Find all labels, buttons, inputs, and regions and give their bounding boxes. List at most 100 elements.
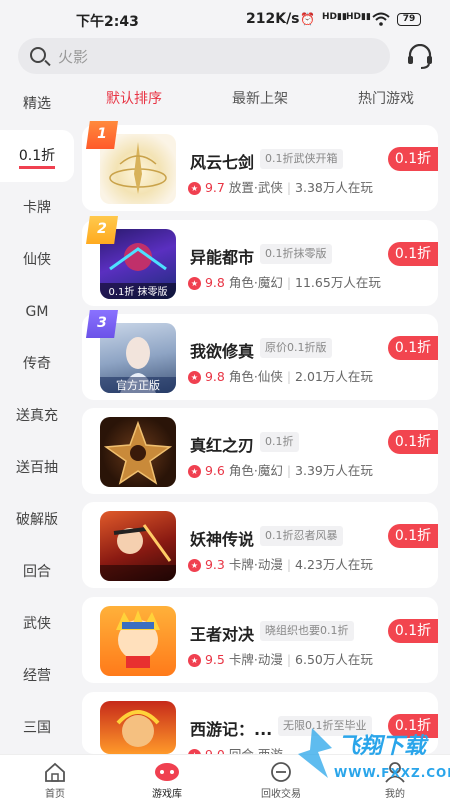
star-icon: ★ [188,277,201,290]
game-card[interactable]: 真红之刃 0.1折 ★ 9.6 角色·魔幻 | 3.39万人在玩 0.1折 [82,408,438,494]
nav-home[interactable]: 首页 [10,755,100,800]
game-name: 西游记：... [190,720,273,739]
game-tag: 0.1折武侠开箱 [260,149,343,169]
monkey-king-art-icon [116,710,160,747]
tab-newest[interactable]: 最新上架 [232,88,288,108]
nav-game-library[interactable]: 游戏库 [122,755,212,800]
sidebar-item-cracked[interactable]: 破解版 [0,494,74,546]
sort-tabs: 默认排序 最新上架 热门游戏 [82,78,450,118]
game-name: 我欲修真 [190,342,255,361]
sidebar-item-card[interactable]: 卡牌 [0,182,74,234]
game-thumbnail [100,701,176,754]
watermark-url: WWW.FXXZ.COM [334,766,450,780]
game-meta: ★ 9.6 角色·魔幻 | 3.39万人在玩 [188,460,373,479]
sidebar-item-label: 武侠 [23,616,51,632]
discount-badge: 0.1折 [388,430,438,454]
sidebar-item-featured[interactable]: 精选 [0,78,74,130]
customer-service-icon[interactable] [406,44,434,70]
game-tag: 0.1折 [260,432,299,452]
sidebar-item-label: 卡牌 [23,200,51,216]
sidebar-item-discount[interactable]: 0.1折 [0,130,74,182]
game-name: 王者对决 [190,625,255,644]
meta-divider: | [286,369,292,384]
game-genre: 卡牌·动漫 [228,652,283,667]
game-score: 9.8 [204,369,225,384]
search-placeholder: 火影 [58,48,89,66]
discount-badge: 0.1折 [388,336,438,360]
game-meta: ★ 9.5 卡牌·动漫 | 6.50万人在玩 [188,649,373,668]
game-genre: 放置·武侠 [228,180,283,195]
sidebar-item-label: 送真充 [16,408,58,424]
game-score: 9.7 [204,180,225,195]
search-icon [30,47,46,63]
signal-icon-2: HD▮▮ [346,12,371,22]
game-tag: 0.1折抹零版 [260,244,332,264]
nav-label: 游戏库 [152,789,182,800]
sidebar-item-gm[interactable]: GM [0,286,74,338]
sidebar-item-turn-based[interactable]: 回合 [0,546,74,598]
game-score: 9.3 [204,557,225,572]
rank-badge: 1 [86,121,118,149]
sidebar-item-free-recharge[interactable]: 送真充 [0,390,74,442]
game-name: 真红之刃 [190,436,255,455]
game-card[interactable]: 1 风云七剑 0.1折武侠开箱 ★ 9.7 放置·武侠 | 3.38万人在玩 0… [82,121,438,211]
game-players: 3.39万人在玩 [295,463,373,478]
sidebar-item-wuxia[interactable]: 武侠 [0,598,74,650]
game-players: 3.38万人在玩 [295,180,373,195]
tab-default-sort[interactable]: 默认排序 [106,88,162,108]
sidebar-item-three-kingdoms[interactable]: 三国 [0,702,74,754]
game-genre: 角色·仙侠 [228,369,283,384]
sidebar-item-label: 精选 [23,96,51,112]
tab-popular[interactable]: 热门游戏 [358,88,414,108]
game-meta: ★ 9.8 角色·魔幻 | 11.65万人在玩 [188,272,381,291]
sidebar-item-legend[interactable]: 传奇 [0,338,74,390]
game-genre: 卡牌·动漫 [228,557,283,572]
game-meta: ★ 9.7 放置·武侠 | 3.38万人在玩 [188,177,373,196]
game-meta: ★ 9.8 角色·仙侠 | 2.01万人在玩 [188,366,373,385]
game-thumbnail [100,606,176,676]
thumbnail-text: 0.1折 抹零版 [108,285,167,298]
sidebar-item-hundred-draws[interactable]: 送百抽 [0,442,74,494]
sidebar-item-management[interactable]: 经营 [0,650,74,702]
category-sidebar: 精选 0.1折 卡牌 仙侠 GM 传奇 送真充 送百抽 破解版 回合 武侠 经营… [0,78,74,754]
meta-divider: | [286,180,292,195]
discount-badge: 0.1折 [388,619,438,643]
sidebar-item-label: 仙侠 [23,252,51,268]
game-genre: 角色·魔幻 [228,463,283,478]
star-icon: ★ [188,182,201,195]
sidebar-item-label: 0.1折 [18,148,56,169]
game-thumbnail [100,511,176,581]
sidebar-item-label: 经营 [23,668,51,684]
sidebar-item-xianxia[interactable]: 仙侠 [0,234,74,286]
game-tag: 原价0.1折版 [260,338,332,358]
meta-divider: | [286,557,292,572]
chibi-art-icon [116,610,160,668]
rank-badge: 2 [86,216,118,244]
battery-indicator: 79 [397,13,421,26]
signal-icon: HD▮▮ [322,12,347,22]
star-icon: ★ [188,371,201,384]
game-card[interactable]: 官方正版 3 我欲修真 原价0.1折版 ★ 9.8 角色·仙侠 | 2.01万人… [82,310,438,400]
watermark-logo-icon [298,728,332,778]
game-thumbnail [100,417,176,487]
watermark-title: 飞翔下载 [338,734,427,759]
game-card[interactable]: 妖神传说 0.1折忍者风暴 ★ 9.3 卡牌·动漫 | 4.23万人在玩 0.1… [82,502,438,588]
meta-divider: | [286,652,292,667]
star-icon: ★ [188,654,201,667]
game-name: 妖神传说 [190,530,255,549]
thumbnail-text: 官方正版 [116,378,160,392]
rank-badge: 3 [86,310,118,338]
discount-badge: 0.1折 [388,524,438,548]
ninja-art-icon [100,524,176,581]
sidebar-item-label: 三国 [23,720,51,736]
meta-divider: | [286,275,292,290]
search-bar[interactable]: 火影 [18,38,390,74]
game-players: 2.01万人在玩 [295,369,373,384]
game-players: 6.50万人在玩 [295,652,373,667]
alarm-icon: ⏰ [300,12,315,26]
game-card[interactable]: 0.1折 抹零版 2 异能都市 0.1折抹零版 ★ 9.8 角色·魔幻 | 11… [82,216,438,306]
game-meta: ★ 9.3 卡牌·动漫 | 4.23万人在玩 [188,554,373,573]
game-tag: 晓组织也要0.1折 [260,621,354,641]
game-card[interactable]: 王者对决 晓组织也要0.1折 ★ 9.5 卡牌·动漫 | 6.50万人在玩 0.… [82,597,438,683]
star-icon: ★ [188,465,201,478]
